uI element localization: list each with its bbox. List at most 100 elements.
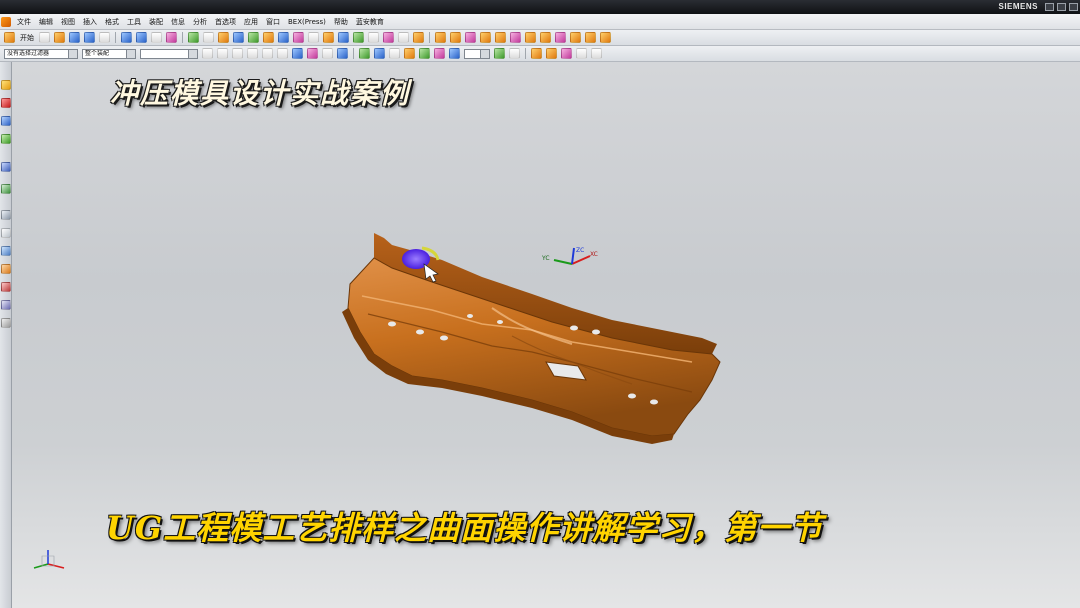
snap-quadrant-icon[interactable] (277, 48, 288, 59)
sketch-icon[interactable] (188, 32, 199, 43)
color-icon[interactable] (419, 48, 430, 59)
body-icon[interactable] (561, 48, 572, 59)
surface-icon[interactable] (323, 32, 334, 43)
flag-icon[interactable] (531, 48, 542, 59)
palette-icon[interactable] (1, 318, 11, 328)
curve-icon[interactable] (398, 32, 409, 43)
part-hole (416, 329, 424, 335)
internet-explorer-icon[interactable] (1, 162, 11, 172)
revolve-icon[interactable] (233, 32, 244, 43)
die-strip-icon[interactable] (450, 32, 461, 43)
face-icon[interactable] (576, 48, 587, 59)
manufacturing-wizard-icon[interactable] (1, 264, 11, 274)
snap-intersection-icon[interactable] (247, 48, 258, 59)
menu-information[interactable]: 信息 (171, 17, 185, 27)
reuse-library-icon[interactable] (1, 134, 11, 144)
snap-endpoint-icon[interactable] (202, 48, 213, 59)
render-style-icon[interactable] (136, 32, 147, 43)
feature-icon[interactable] (546, 48, 557, 59)
snap-midpoint-icon[interactable] (217, 48, 228, 59)
edge-icon[interactable] (591, 48, 602, 59)
die-insert-icon[interactable] (540, 32, 551, 43)
die-base-icon[interactable] (480, 32, 491, 43)
start-button[interactable]: 开始 (20, 33, 34, 43)
redo-icon[interactable] (99, 32, 110, 43)
system-scenes-icon[interactable] (1, 300, 11, 310)
die-pin-icon[interactable] (555, 32, 566, 43)
menu-analysis[interactable]: 分析 (193, 17, 207, 27)
die-cavity-icon[interactable] (570, 32, 581, 43)
snap-center-icon[interactable] (262, 48, 273, 59)
part-navigator-icon[interactable] (1, 116, 11, 126)
line-icon[interactable] (368, 32, 379, 43)
show-hide-icon[interactable] (359, 48, 370, 59)
layer-icon[interactable] (166, 32, 177, 43)
hole-icon[interactable] (248, 32, 259, 43)
graphics-window[interactable]: 冲压模具设计实战案例 YC ZC XC UG工程模工艺排样之曲面操作讲解学习，第… (12, 62, 1080, 608)
system-materials-icon[interactable] (1, 228, 11, 238)
menu-help[interactable]: 帮助 (334, 17, 348, 27)
offset-face-icon[interactable] (293, 32, 304, 43)
assembly-navigator-icon[interactable] (1, 80, 11, 90)
selection-filter-dropdown[interactable]: 没有选择过滤器 (4, 48, 78, 59)
extrude-icon[interactable] (218, 32, 229, 43)
undo-icon[interactable] (84, 32, 95, 43)
menu-assemblies[interactable]: 装配 (149, 17, 163, 27)
menu-preferences[interactable]: 首选项 (215, 17, 236, 27)
menu-view[interactable]: 视图 (61, 17, 75, 27)
save-icon[interactable] (69, 32, 80, 43)
orient-view-icon[interactable] (121, 32, 132, 43)
assembly-scope-dropdown[interactable]: 整个装配 (82, 48, 136, 59)
die-standard-part-icon[interactable] (525, 32, 536, 43)
layer-dropdown[interactable] (464, 48, 490, 59)
constraint-navigator-icon[interactable] (1, 98, 11, 108)
section-view-icon[interactable] (449, 48, 460, 59)
maximize-button[interactable] (1057, 3, 1066, 11)
menu-file[interactable]: 文件 (17, 17, 31, 27)
menu-tools[interactable]: 工具 (127, 17, 141, 27)
spline-icon[interactable] (383, 32, 394, 43)
move-object-icon[interactable] (389, 48, 400, 59)
die-drawing-icon[interactable] (600, 32, 611, 43)
snap-control-point-icon[interactable] (232, 48, 243, 59)
roles-icon[interactable] (1, 282, 11, 292)
menu-insert[interactable]: 插入 (83, 17, 97, 27)
menu-bex-press[interactable]: BEX(Press) (288, 18, 326, 26)
snap-point-on-face-icon[interactable] (307, 48, 318, 59)
menu-format[interactable]: 格式 (105, 17, 119, 27)
die-punch-icon[interactable] (495, 32, 506, 43)
menu-lanan-education[interactable]: 蓝安教育 (356, 17, 384, 27)
menu-edit[interactable]: 编辑 (39, 17, 53, 27)
measure-icon[interactable] (308, 32, 319, 43)
die-blank-icon[interactable] (465, 32, 476, 43)
open-folder-icon[interactable] (54, 32, 65, 43)
type-filter-dropdown[interactable] (140, 48, 198, 59)
edit-object-icon[interactable] (404, 48, 415, 59)
fit-view-icon[interactable] (151, 32, 162, 43)
web-browser-icon[interactable] (1, 184, 11, 194)
sew-icon[interactable] (338, 32, 349, 43)
unite-icon[interactable] (353, 32, 364, 43)
datum-plane-icon[interactable] (203, 32, 214, 43)
menu-application[interactable]: 应用 (244, 17, 258, 27)
analysis-icon[interactable] (413, 32, 424, 43)
layer-settings-icon[interactable] (494, 48, 505, 59)
process-studio-icon[interactable] (1, 246, 11, 256)
trim-body-icon[interactable] (278, 32, 289, 43)
snap-point-on-curve-icon[interactable] (292, 48, 303, 59)
snap-bounded-grid-icon[interactable] (337, 48, 348, 59)
new-file-icon[interactable] (39, 32, 50, 43)
minimize-button[interactable] (1045, 3, 1054, 11)
menu-window[interactable]: 窗口 (266, 17, 280, 27)
start-icon[interactable] (4, 32, 15, 43)
die-layout-icon[interactable] (435, 32, 446, 43)
blend-icon[interactable] (263, 32, 274, 43)
die-plate-icon[interactable] (510, 32, 521, 43)
transparency-icon[interactable] (434, 48, 445, 59)
wcs-icon[interactable] (374, 48, 385, 59)
die-bom-icon[interactable] (585, 32, 596, 43)
history-icon[interactable] (1, 210, 11, 220)
snap-existing-point-icon[interactable] (322, 48, 333, 59)
close-button[interactable] (1069, 3, 1078, 11)
work-layer-icon[interactable] (509, 48, 520, 59)
